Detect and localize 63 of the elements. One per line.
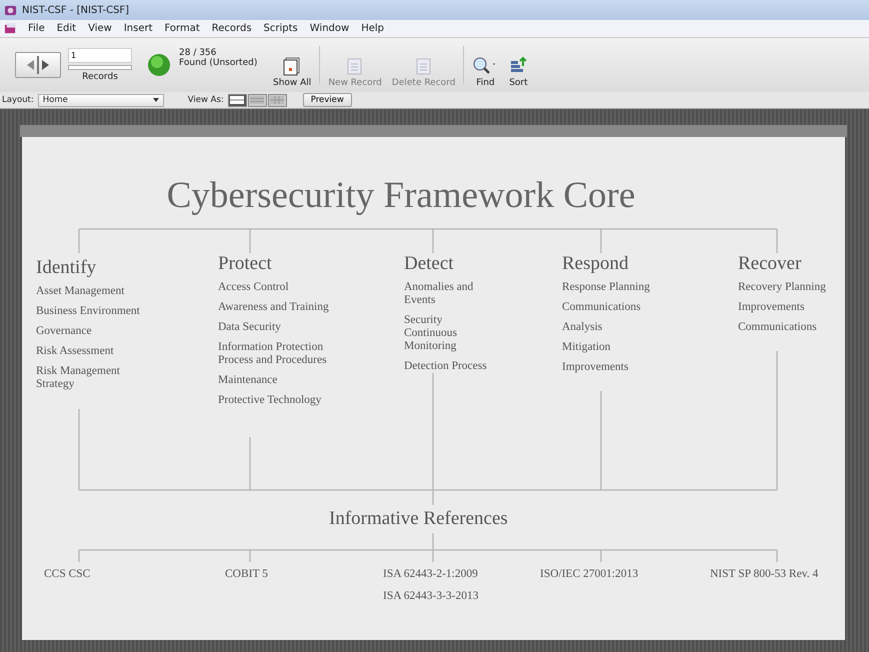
function-heading: Respond [562,253,630,275]
reference-label: COBIT 5 [225,568,268,581]
window-title: NIST-CSF - [NIST-CSF] [22,4,130,16]
menu-item[interactable]: Format [164,23,201,34]
diagram-title: Cybersecurity Framework Core [166,174,636,217]
category-label: Risk Assessment [36,345,115,358]
sort-button[interactable]: Sort [506,56,530,88]
form-view-button[interactable] [228,94,247,106]
menu-item[interactable]: Scripts [262,23,299,34]
category-label: Business Environment [36,305,141,318]
function-heading: Identify [36,257,98,279]
document-icon [4,22,17,35]
menu-item[interactable]: Window [308,23,350,34]
found-count: 28 / 356 [179,48,218,58]
menu-item[interactable]: Insert [122,23,154,34]
records-label: Records [82,72,118,82]
menu-item[interactable]: Help [360,23,386,34]
category-label: Response Planning [562,281,651,294]
category-label: Information Protection Process and Procedures [218,341,328,367]
status-circle-icon [147,53,171,77]
layout-label: Layout: [2,95,34,105]
references-title: Informative References [328,508,508,530]
menu-item[interactable]: Records [210,23,253,34]
record-navigator[interactable] [15,52,61,78]
category-label: Recovery Planning [738,281,827,294]
table-view-button[interactable] [268,94,287,106]
record-number-field[interactable]: 1 [68,48,132,63]
view-as-label: View As: [188,95,224,105]
category-label: Detection Process [404,360,488,373]
category-label: Maintenance [218,374,278,387]
function-heading: Recover [738,253,802,275]
preview-button[interactable]: Preview [302,93,352,107]
category-label: Access Control [218,281,290,294]
category-label: Security Continuous Monitoring [404,314,458,353]
category-label: Asset Management [36,285,126,298]
app-icon [4,4,17,16]
reference-label: ISA 62443-2-1:2009 [383,568,479,581]
category-label: Communications [562,301,642,314]
show-all-button[interactable]: Show All [271,56,314,88]
menu-item[interactable]: Edit [56,23,78,34]
function-heading: Protect [218,253,273,275]
category-label: Mitigation [562,341,612,354]
reference-label: ISA 62443-3-3-2013 [383,590,479,603]
find-button[interactable]: Find [470,56,500,88]
category-label: Anomalies and Events [404,281,474,307]
category-label: Risk Management Strategy [36,365,121,391]
layout-dropdown[interactable]: Home [38,94,164,106]
category-label: Protective Technology [218,394,322,407]
category-label: Analysis [562,321,604,334]
reference-label: CCS CSC [44,568,90,581]
category-label: Communications [738,321,818,334]
menu-item[interactable]: View [87,23,113,34]
category-label: Data Security [218,321,282,334]
menu-item[interactable]: File [27,23,46,34]
records-stack-icon [282,56,302,76]
reference-label: ISO/IEC 27001:2013 [540,568,638,581]
category-label: Governance [36,325,93,338]
found-status: Found (Unsorted) [179,58,258,68]
reference-label: NIST SP 800-53 Rev. 4 [710,568,818,581]
category-label: Improvements [738,301,806,314]
category-label: Improvements [562,361,630,374]
function-heading: Detect [404,253,455,275]
category-label: Awareness and Training [218,301,330,314]
